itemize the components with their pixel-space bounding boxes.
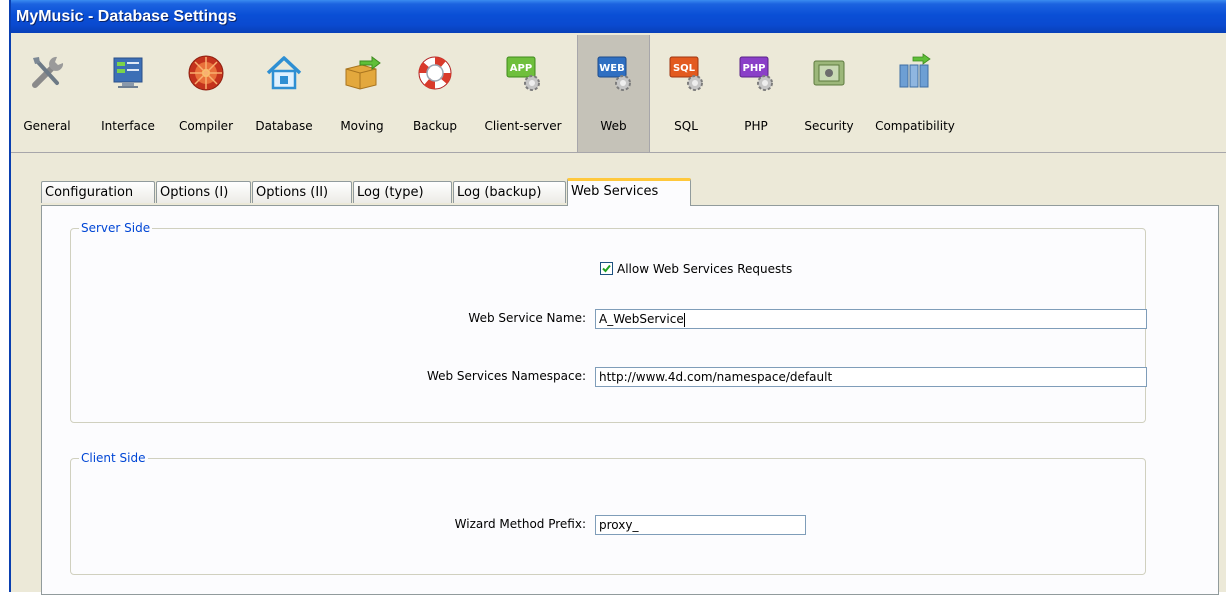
moving-icon (345, 56, 381, 90)
service-name-value: A_WebService (599, 312, 684, 326)
toolbar-item-web[interactable]: WEB Web (577, 35, 650, 152)
toolbar-item-moving[interactable]: Moving (327, 35, 397, 152)
sql-icon: SQL (669, 56, 703, 91)
toolbar-label-compiler: Compiler (178, 119, 233, 133)
toolbar-label-compatibility: Compatibility (875, 119, 955, 133)
compiler-icon (188, 55, 224, 91)
svg-text:PHP: PHP (742, 63, 765, 74)
toolbar-item-backup[interactable]: Backup (406, 35, 464, 152)
toolbar-item-client-server[interactable]: APP Client-server (474, 35, 572, 152)
toolbar-item-interface[interactable]: Interface (93, 35, 163, 152)
tab-options-1[interactable]: Options (I) (156, 181, 251, 203)
database-icon (266, 56, 302, 90)
compatibility-icon (899, 53, 931, 88)
tab-web-services[interactable]: Web Services (567, 178, 691, 206)
toolbar-label-client-server: Client-server (484, 119, 562, 133)
svg-text:WEB: WEB (599, 63, 624, 74)
web-services-panel: Server Side Allow Web Services Requests … (41, 205, 1219, 595)
tools-icon (32, 56, 64, 88)
checkmark-icon (602, 264, 611, 273)
toolbar-label-database: Database (255, 119, 313, 133)
client-side-group: Client Side (70, 451, 1146, 575)
toolbar-label-web: Web (600, 119, 627, 133)
server-side-legend: Server Side (81, 221, 151, 235)
php-icon: PHP (739, 56, 773, 91)
toolbar-label-php: PHP (744, 119, 768, 133)
tab-log-backup[interactable]: Log (backup) (453, 181, 566, 203)
toolbar-label-backup: Backup (413, 119, 457, 133)
toolbar-item-php[interactable]: PHP PHP (726, 35, 786, 152)
prefix-field[interactable]: proxy_ (595, 515, 806, 535)
service-name-label: Web Service Name: (468, 311, 586, 325)
tab-log-type[interactable]: Log (type) (353, 181, 452, 203)
tab-options-2[interactable]: Options (II) (252, 181, 352, 203)
allow-requests-label[interactable]: Allow Web Services Requests (617, 262, 792, 276)
toolbar-label-general: General (23, 119, 71, 133)
tab-configuration[interactable]: Configuration (41, 181, 155, 203)
svg-text:APP: APP (510, 63, 532, 74)
namespace-field[interactable]: http://www.4d.com/namespace/default (595, 367, 1147, 387)
toolbar-item-compiler[interactable]: Compiler (171, 35, 241, 152)
toolbar-item-security[interactable]: Security (796, 35, 862, 152)
allow-requests-checkbox[interactable] (600, 262, 613, 275)
web-icon: WEB (597, 56, 631, 91)
namespace-label: Web Services Namespace: (426, 369, 586, 383)
toolbar-label-interface: Interface (101, 119, 155, 133)
toolbar-item-sql[interactable]: SQL SQL (656, 35, 716, 152)
security-icon (813, 60, 845, 86)
window-title: MyMusic - Database Settings (11, 0, 1226, 33)
toolbar-item-compatibility[interactable]: Compatibility (869, 35, 961, 152)
toolbar-label-sql: SQL (674, 119, 698, 133)
svg-text:SQL: SQL (673, 63, 696, 74)
interface-icon (113, 57, 143, 88)
settings-content: Configuration Options (I) Options (II) L… (11, 153, 1226, 595)
client-side-legend: Client Side (81, 451, 146, 465)
prefix-label: Wizard Method Prefix: (454, 517, 586, 531)
toolbar-item-database[interactable]: Database (247, 35, 321, 152)
backup-icon (418, 56, 452, 90)
settings-toolbar: General Interface Compiler Database Movi… (11, 33, 1226, 153)
service-name-field[interactable]: A_WebService (595, 309, 1147, 329)
toolbar-label-moving: Moving (340, 119, 384, 133)
text-cursor (683, 312, 685, 327)
toolbar-item-general[interactable]: General (11, 35, 83, 152)
toolbar-label-security: Security (804, 119, 854, 133)
settings-window: MyMusic - Database Settings General Inte… (9, 0, 1226, 595)
client-server-icon: APP (506, 56, 540, 91)
